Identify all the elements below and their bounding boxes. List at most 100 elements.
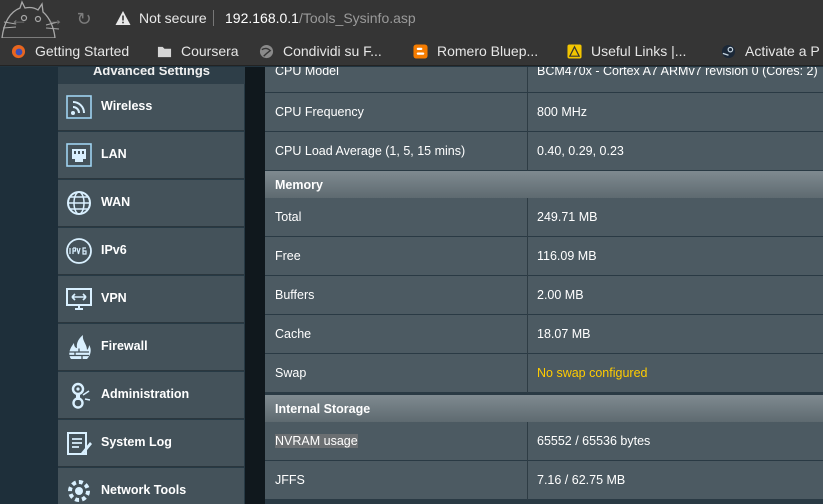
row-value: 0.40, 0.29, 0.23	[537, 144, 624, 158]
row-label: Cache	[275, 327, 312, 341]
table-row: CPU Model BCM470x - Cortex A7 ARMv7 revi…	[265, 67, 823, 93]
row-value: BCM470x - Cortex A7 ARMv7 revision 0 (Co…	[537, 67, 818, 78]
cell-separator	[527, 315, 528, 354]
row-value: 65552 / 65536 bytes	[537, 434, 651, 448]
lan-icon	[66, 143, 92, 167]
bookmark-label: Useful Links |...	[591, 43, 687, 59]
row-label: Total	[275, 210, 302, 224]
sidebar-item-system-log[interactable]: System Log	[58, 420, 244, 467]
table-row: CPU Frequency 800 MHz	[265, 93, 823, 132]
bookmarks-bar: Getting Started Coursera Condividi su F.…	[0, 38, 823, 66]
sidebar-item-lan[interactable]: LAN	[58, 132, 244, 179]
cell-separator	[527, 67, 528, 92]
table-row: Total 249.71 MB	[265, 198, 823, 237]
section-title: Internal Storage	[275, 402, 371, 416]
sidebar-item-label: LAN	[101, 147, 127, 161]
system-log-icon	[67, 432, 92, 455]
steam-icon	[721, 44, 736, 59]
row-label: Free	[275, 249, 301, 263]
cell-separator	[527, 461, 528, 500]
cell-separator	[527, 422, 528, 461]
table-row: NVRAM usage 65552 / 65536 bytes	[265, 422, 823, 461]
sidebar-header: Advanced Settings	[58, 67, 245, 84]
reload-button[interactable]: ↻	[73, 8, 95, 30]
back-button[interactable]: ←	[8, 8, 30, 30]
sidebar-item-firewall[interactable]: Firewall	[58, 324, 244, 371]
administration-icon	[71, 382, 91, 409]
ipv6-icon	[66, 238, 92, 264]
sidebar-item-label: Network Tools	[101, 483, 187, 497]
url-path: /Tools_Sysinfo.asp	[298, 10, 416, 26]
row-value: 18.07 MB	[537, 327, 591, 341]
table-row: CPU Load Average (1, 5, 15 mins) 0.40, 0…	[265, 132, 823, 171]
sidebar-item-administration[interactable]: Administration	[58, 372, 244, 419]
sidebar-item-label: System Log	[101, 435, 172, 449]
row-value: 116.09 MB	[537, 249, 597, 263]
cell-separator	[527, 93, 528, 132]
firefox-icon	[11, 44, 26, 59]
blogger-icon	[413, 44, 428, 59]
sidebar-item-vpn[interactable]: VPN	[58, 276, 244, 323]
warning-icon	[115, 11, 131, 25]
advanced-settings-sidebar: Advanced Settings Wireless LAN WAN IPv6 …	[58, 67, 245, 504]
address-bar[interactable]: Not secure 192.168.0.1/Tools_Sysinfo.asp	[108, 6, 823, 32]
url-text[interactable]: 192.168.0.1/Tools_Sysinfo.asp	[225, 10, 416, 26]
sidebar-item-ipv6[interactable]: IPv6	[58, 228, 244, 275]
folder-icon	[157, 46, 172, 58]
back-arrow-icon: ←	[10, 9, 28, 29]
url-host: 192.168.0.1	[225, 10, 299, 26]
sidebar-item-wan[interactable]: WAN	[58, 180, 244, 227]
row-label: CPU Frequency	[275, 105, 364, 119]
cell-separator	[527, 198, 528, 237]
cell-separator	[527, 354, 528, 393]
bookmark-label: Romero Bluep...	[437, 43, 539, 59]
sysinfo-content: CPU Model BCM470x - Cortex A7 ARMv7 revi…	[265, 67, 823, 504]
section-title: Memory	[275, 178, 323, 192]
row-label: Buffers	[275, 288, 315, 302]
bookmark-label: Condividi su F...	[283, 43, 382, 59]
firewall-icon	[69, 335, 91, 359]
cell-separator	[527, 132, 528, 171]
sidebar-item-label: IPv6	[101, 243, 127, 257]
address-separator	[213, 10, 214, 26]
bookmark-label: Getting Started	[35, 43, 130, 59]
globe-icon	[259, 44, 274, 59]
sidebar-item-network-tools[interactable]: Network Tools	[58, 468, 244, 504]
warning-badge-icon	[567, 44, 582, 59]
table-row: JFFS 7.16 / 62.75 MB	[265, 461, 823, 500]
browser-toolbar: ← → ↻ Not secure 192.168.0.1/Tools_Sysin…	[0, 0, 823, 38]
row-label-selected: NVRAM usage	[275, 434, 358, 448]
row-label: CPU Load Average (1, 5, 15 mins)	[275, 144, 466, 158]
sidebar-item-label: VPN	[101, 291, 127, 305]
forward-button[interactable]: →	[44, 8, 66, 30]
row-value: 249.71 MB	[537, 210, 598, 224]
row-label: CPU Model	[275, 67, 339, 78]
row-value: 800 MHz	[537, 105, 588, 119]
row-label: Swap	[275, 366, 307, 380]
cell-separator	[527, 276, 528, 315]
globe-icon	[67, 191, 91, 215]
sidebar-item-wireless[interactable]: Wireless	[58, 84, 244, 131]
row-value: 2.00 MB	[537, 288, 584, 302]
table-row: Free 116.09 MB	[265, 237, 823, 276]
section-header-memory: Memory	[265, 171, 823, 198]
bookmark-label: Activate a P	[745, 43, 820, 59]
vpn-icon	[66, 288, 92, 310]
section-header-internal-storage: Internal Storage	[265, 395, 823, 422]
column-divider	[245, 67, 265, 504]
reload-icon: ↻	[76, 9, 92, 29]
forward-arrow-icon: →	[46, 9, 64, 29]
sidebar-item-label: Wireless	[101, 99, 153, 113]
sidebar-item-label: Administration	[101, 387, 190, 401]
security-status[interactable]: Not secure	[139, 10, 207, 26]
sidebar-item-label: Firewall	[101, 339, 148, 353]
wireless-icon	[66, 95, 92, 119]
table-row: Buffers 2.00 MB	[265, 276, 823, 315]
swap-status-value: No swap configured	[537, 366, 648, 380]
table-row: Cache 18.07 MB	[265, 315, 823, 354]
table-row: Swap No swap configured	[265, 354, 823, 393]
cell-separator	[527, 237, 528, 276]
row-value: 7.16 / 62.75 MB	[537, 473, 626, 487]
sidebar-item-label: WAN	[101, 195, 131, 209]
row-label: JFFS	[275, 473, 305, 487]
